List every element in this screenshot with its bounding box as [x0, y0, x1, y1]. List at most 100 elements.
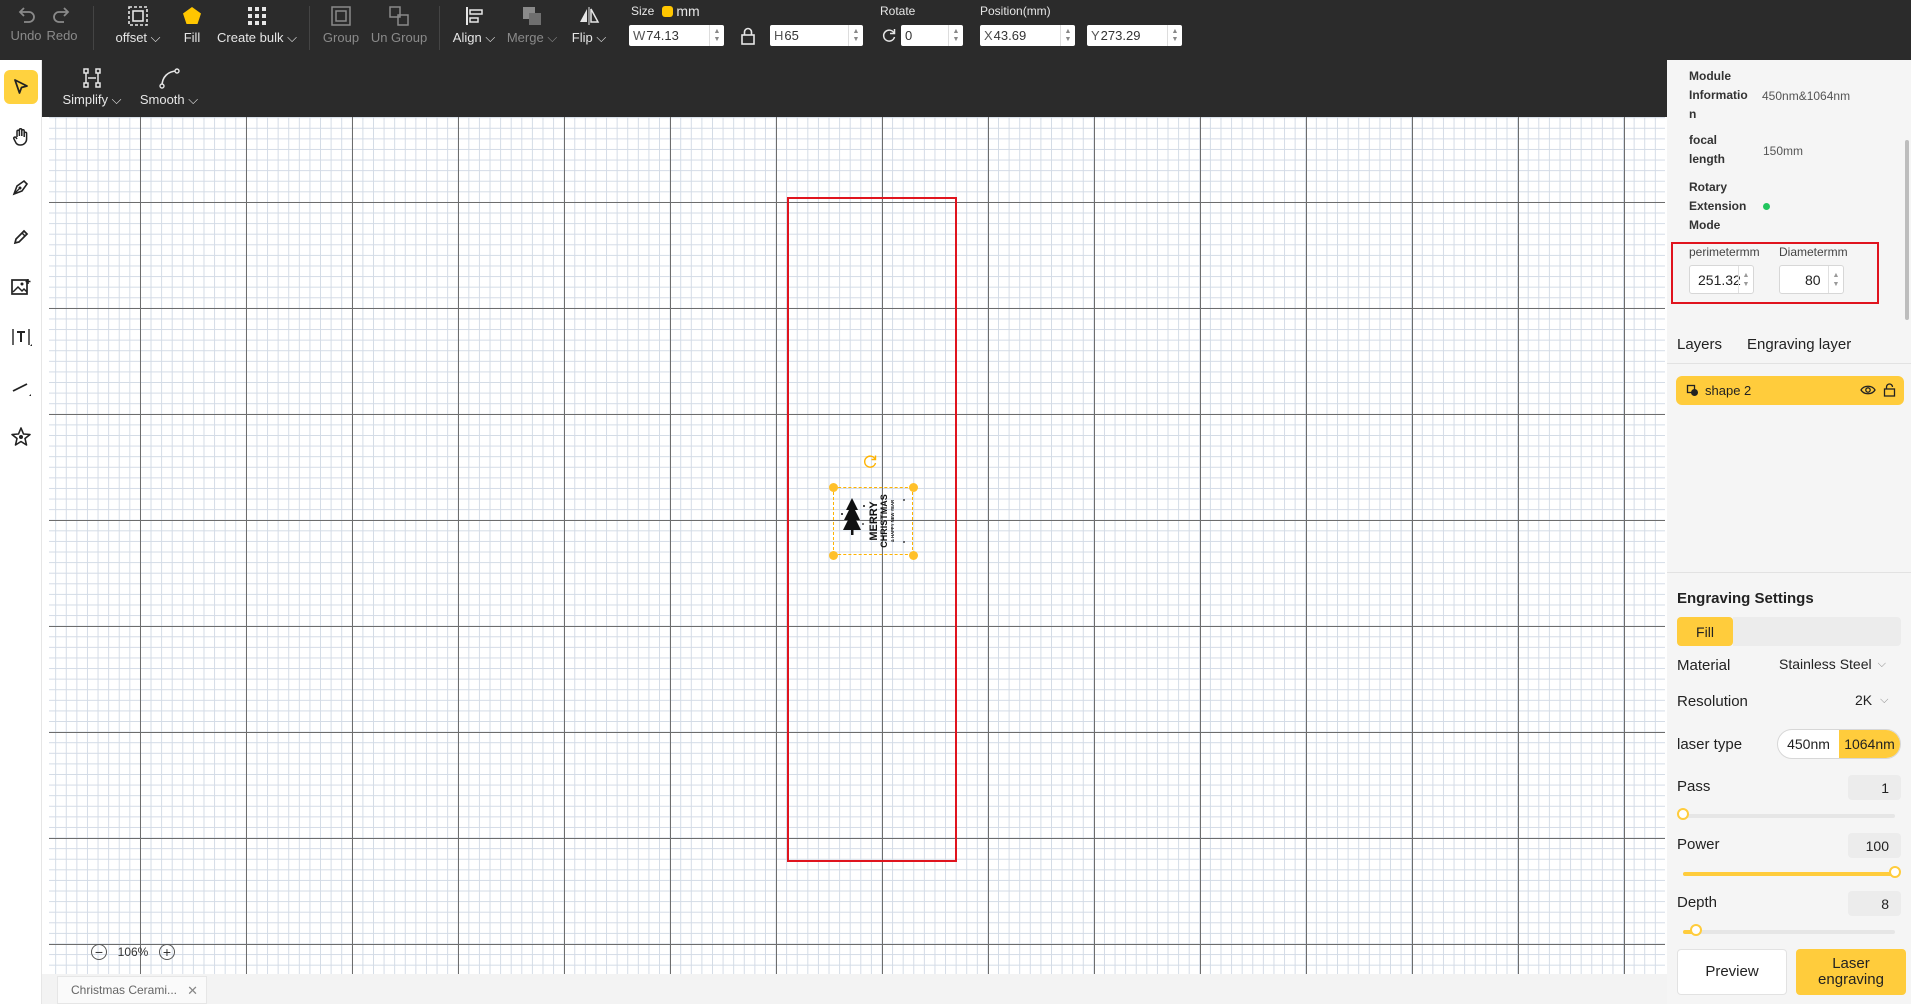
tab-layers[interactable]: Layers: [1677, 336, 1722, 353]
depth-slider-knob[interactable]: [1689, 924, 1702, 936]
size-label: Size: [631, 4, 655, 18]
create-bulk-label: Create bulk: [217, 30, 284, 45]
depth-input[interactable]: 8: [1848, 891, 1901, 916]
rotate-icon: [881, 27, 897, 48]
grid-icon: [248, 7, 266, 25]
panel-scrollbar[interactable]: [1905, 140, 1909, 320]
smooth-button[interactable]: Smooth ⌵: [139, 64, 199, 120]
perimeter-input[interactable]: 251.32 ▲ ▼: [1689, 265, 1754, 294]
lock-layer-icon[interactable]: [1883, 383, 1896, 400]
diameter-input[interactable]: 80 ▲ ▼: [1779, 265, 1844, 294]
hand-tool[interactable]: [4, 120, 38, 154]
width-input[interactable]: W 74.13 ▲ ▼: [629, 25, 724, 46]
zoom-in-button[interactable]: +: [158, 944, 175, 960]
group-button[interactable]: Group: [322, 2, 360, 58]
rotate-input[interactable]: 0 ▲ ▼: [901, 25, 963, 46]
line-tool[interactable]: [4, 370, 38, 404]
ungroup-button[interactable]: Un Group: [370, 2, 428, 58]
laser-option-450nm[interactable]: 450nm: [1778, 730, 1839, 758]
rotary-status-dot-icon: [1763, 203, 1770, 210]
laser-button-line-1: Laser: [1832, 955, 1870, 972]
resize-handle-bottom-left[interactable]: [829, 551, 838, 560]
x-position-input[interactable]: X 43.69 ▲ ▼: [980, 25, 1075, 46]
material-value: Stainless Steel: [1779, 656, 1872, 672]
chevron-down-icon: ⌵: [485, 30, 496, 45]
create-bulk-button[interactable]: Create bulk ⌵: [217, 2, 297, 58]
rotate-value: 0: [905, 28, 913, 43]
zoom-out-button[interactable]: −: [91, 944, 107, 960]
laser-option-1064nm[interactable]: 1064nm: [1839, 730, 1900, 758]
shape-tool[interactable]: [4, 420, 38, 454]
focal-label-line-2: length: [1689, 152, 1725, 166]
pass-input[interactable]: 1: [1848, 775, 1901, 800]
chevron-down-icon: ⌵: [111, 92, 122, 107]
laser-button-line-2: engraving: [1818, 971, 1884, 988]
y-prefix: Y: [1091, 28, 1100, 43]
x-stepper[interactable]: ▲ ▼: [1060, 25, 1075, 46]
module-label-line-1: Module: [1689, 69, 1731, 83]
resolution-value: 2K: [1855, 692, 1873, 708]
depth-slider: [1683, 924, 1895, 936]
image-tool[interactable]: [4, 270, 38, 304]
chevron-down-icon: ⌵: [150, 30, 161, 45]
pencil-tool[interactable]: [4, 220, 38, 254]
depth-label: Depth: [1677, 894, 1718, 911]
laser-engraving-button[interactable]: Laser engraving: [1796, 949, 1906, 995]
top-toolbar: Undo Redo offset ⌵ Fill Create bulk ⌵ Gr…: [0, 0, 1911, 60]
offset-icon: [128, 6, 148, 26]
hand-icon: [13, 128, 28, 146]
chevron-down-icon: ⌵: [1877, 657, 1886, 670]
simplify-button[interactable]: Simplify ⌵: [62, 64, 122, 120]
redo-button[interactable]: Redo: [44, 2, 80, 58]
preview-button[interactable]: Preview: [1677, 949, 1787, 995]
resolution-select[interactable]: 2K ⌵: [1855, 692, 1888, 708]
eye-visibility-icon[interactable]: [1860, 383, 1876, 400]
resize-handle-top-right[interactable]: [909, 483, 918, 492]
material-select[interactable]: Stainless Steel ⌵: [1779, 656, 1886, 672]
diameter-stepper[interactable]: ▲ ▼: [1828, 266, 1843, 293]
y-stepper[interactable]: ▲ ▼: [1167, 25, 1182, 46]
redo-icon: [53, 7, 70, 23]
select-tool[interactable]: [4, 70, 38, 104]
pass-label: Pass: [1677, 778, 1711, 795]
y-position-input[interactable]: Y 273.29 ▲ ▼: [1087, 25, 1182, 46]
align-left-icon: [466, 7, 483, 25]
undo-label: Undo: [10, 28, 42, 43]
resize-handle-bottom-right[interactable]: [909, 551, 918, 560]
rotate-handle-icon[interactable]: [862, 453, 878, 469]
fill-button[interactable]: Fill: [177, 2, 207, 58]
text-tool[interactable]: [4, 320, 38, 354]
power-label: Power: [1677, 836, 1720, 853]
layer-row-shape-2[interactable]: shape 2: [1676, 376, 1904, 405]
lock-ratio-icon[interactable]: [739, 27, 757, 50]
power-input[interactable]: 100: [1848, 833, 1901, 858]
engraving-settings-title: Engraving Settings: [1677, 590, 1814, 607]
close-tab-icon[interactable]: ✕: [187, 983, 198, 999]
rotate-stepper[interactable]: ▲ ▼: [948, 25, 963, 46]
pen-tool[interactable]: [4, 170, 38, 204]
offset-button[interactable]: offset ⌵: [113, 2, 163, 58]
pass-slider-knob[interactable]: [1677, 808, 1689, 820]
power-slider-knob[interactable]: [1889, 866, 1901, 878]
undo-button[interactable]: Undo: [8, 2, 44, 58]
merge-button[interactable]: Merge ⌵: [507, 2, 557, 58]
flip-button[interactable]: Flip ⌵: [571, 2, 607, 58]
unit-toggle[interactable]: mm: [662, 3, 700, 19]
shapes-star-icon: [11, 427, 31, 446]
resize-handle-top-left[interactable]: [829, 483, 838, 492]
width-stepper[interactable]: ▲ ▼: [709, 25, 724, 46]
perimeter-stepper[interactable]: ▲ ▼: [1738, 266, 1753, 293]
tabs-divider: [1667, 363, 1911, 364]
pencil-icon: [13, 229, 29, 245]
fill-mode-tab[interactable]: Fill: [1677, 617, 1733, 646]
height-stepper[interactable]: ▲ ▼: [848, 25, 863, 46]
tab-engraving-layer[interactable]: Engraving layer: [1747, 336, 1851, 353]
align-button[interactable]: Align ⌵: [452, 2, 496, 58]
file-tab[interactable]: Christmas Cerami... ✕: [57, 976, 207, 1004]
diameter-label: Diametermm: [1779, 245, 1848, 259]
line-icon: [12, 383, 31, 396]
height-input[interactable]: H 65 ▲ ▼: [770, 25, 863, 46]
laser-type-label: laser type: [1677, 736, 1743, 753]
unit-label: mm: [676, 3, 700, 19]
focal-length-label: focal length: [1689, 131, 1725, 169]
